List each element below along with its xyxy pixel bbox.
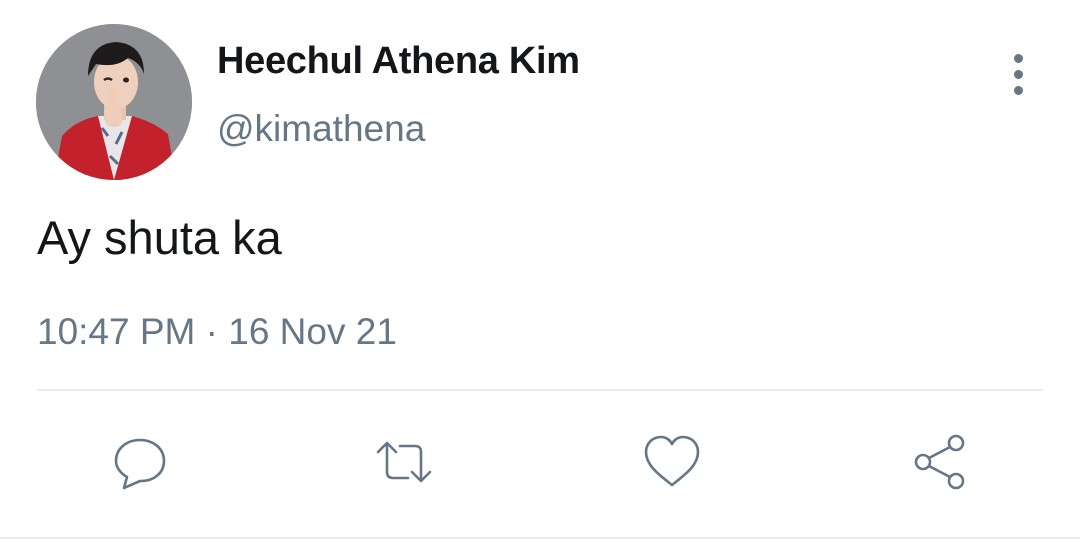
- retweet-icon: [376, 441, 432, 483]
- share-button[interactable]: [908, 430, 972, 494]
- bottom-divider: [0, 537, 1080, 539]
- share-icon: [914, 434, 965, 490]
- reply-icon: [114, 438, 166, 490]
- more-options-icon: [1013, 53, 1023, 63]
- avatar[interactable]: [36, 24, 192, 180]
- tweet-detail: Heechul Athena Kim @kimathena Ay shuta k…: [0, 0, 1080, 555]
- reply-button[interactable]: [108, 430, 172, 494]
- retweet-button[interactable]: [372, 430, 436, 494]
- avatar-photo: [36, 24, 192, 180]
- heart-icon: [644, 435, 700, 487]
- divider: [37, 389, 1043, 391]
- author-display-name[interactable]: Heechul Athena Kim: [217, 40, 580, 83]
- like-button[interactable]: [640, 430, 704, 494]
- tweet-timestamp[interactable]: 10:47 PM · 16 Nov 21: [37, 311, 397, 353]
- author-handle[interactable]: @kimathena: [217, 108, 425, 150]
- tweet-text: Ay shuta ka: [37, 211, 282, 264]
- more-options-button[interactable]: [996, 52, 1040, 96]
